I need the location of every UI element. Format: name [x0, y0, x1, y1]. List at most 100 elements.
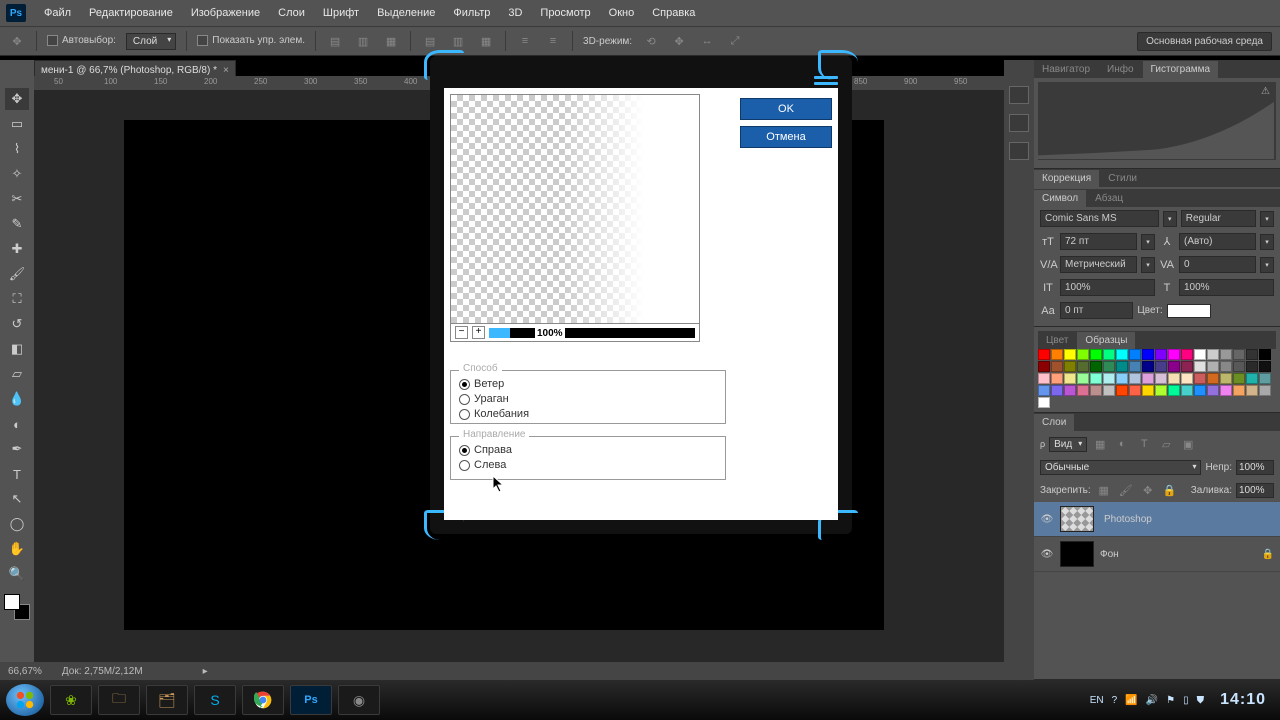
visibility-icon[interactable]: 👁 [1040, 514, 1054, 525]
layer-filter-select[interactable]: Вид [1049, 437, 1087, 452]
align-center-h-icon[interactable]: ▥ [354, 32, 372, 50]
direction-left-radio[interactable]: Слева [459, 458, 717, 473]
swatch[interactable] [1246, 361, 1258, 372]
swatch[interactable] [1181, 349, 1193, 360]
swatch[interactable] [1168, 373, 1180, 384]
swatch[interactable] [1168, 349, 1180, 360]
tab-histogram[interactable]: Гистограмма [1143, 61, 1219, 78]
workspace-switcher[interactable]: Основная рабочая среда [1137, 32, 1272, 51]
ok-button[interactable]: OK [740, 98, 832, 120]
swatch[interactable] [1207, 373, 1219, 384]
fill-input[interactable] [1236, 483, 1274, 498]
swatch[interactable] [1064, 373, 1076, 384]
zoom-slider[interactable]: 100% [489, 328, 695, 338]
swatches-grid[interactable] [1038, 349, 1276, 408]
tray-shield-icon[interactable]: ⛊ [1197, 695, 1205, 706]
swatch[interactable] [1233, 361, 1245, 372]
swatch[interactable] [1051, 373, 1063, 384]
method-stagger-radio[interactable]: Колебания [459, 407, 717, 422]
tab-color[interactable]: Цвет [1038, 332, 1076, 349]
swatch[interactable] [1259, 373, 1271, 384]
swatch[interactable] [1155, 349, 1167, 360]
swatch[interactable] [1155, 361, 1167, 372]
autoselect-checkbox[interactable]: Автовыбор: [47, 35, 116, 46]
collapsed-panel-icon[interactable] [1009, 86, 1029, 104]
tab-navigator[interactable]: Навигатор [1034, 61, 1098, 78]
swatch[interactable] [1142, 361, 1154, 372]
swatch[interactable] [1064, 349, 1076, 360]
zoom-out-button[interactable]: − [455, 326, 468, 339]
menu-type[interactable]: Шрифт [315, 7, 367, 19]
tab-paragraph[interactable]: Абзац [1087, 190, 1131, 207]
distribute-icon[interactable]: ≡ [544, 32, 562, 50]
swatch[interactable] [1129, 361, 1141, 372]
filter-type-icon[interactable]: T [1135, 435, 1153, 453]
swatch[interactable] [1168, 361, 1180, 372]
opacity-input[interactable] [1236, 460, 1274, 475]
dropdown-icon[interactable]: ▾ [1141, 234, 1155, 250]
swatch[interactable] [1103, 373, 1115, 384]
swatch[interactable] [1051, 385, 1063, 396]
filter-adjust-icon[interactable]: ◐ [1113, 435, 1131, 453]
tray-network-icon[interactable]: 📶 [1125, 695, 1137, 706]
taskbar-app-icon[interactable]: ❀ [50, 685, 92, 715]
swatch[interactable] [1207, 385, 1219, 396]
tray-battery-icon[interactable]: ▯ [1183, 695, 1189, 706]
color-swatches[interactable] [4, 594, 30, 620]
lasso-tool-icon[interactable]: ⌇ [5, 138, 29, 160]
swatch[interactable] [1207, 361, 1219, 372]
swatch[interactable] [1181, 385, 1193, 396]
filter-shape-icon[interactable]: ▱ [1157, 435, 1175, 453]
swatch[interactable] [1103, 361, 1115, 372]
autoselect-target-select[interactable]: Слой [126, 33, 176, 50]
blend-mode-select[interactable]: Обычные [1040, 460, 1201, 475]
marquee-tool-icon[interactable]: ▭ [5, 113, 29, 135]
menu-3d[interactable]: 3D [500, 7, 530, 19]
tray-volume-icon[interactable]: 🔊 [1146, 695, 1158, 706]
swatch[interactable] [1064, 361, 1076, 372]
gradient-tool-icon[interactable]: ▱ [5, 363, 29, 385]
swatch[interactable] [1116, 373, 1128, 384]
dropdown-icon[interactable]: ▾ [1260, 257, 1274, 273]
swatch[interactable] [1233, 373, 1245, 384]
taskbar-folders-icon[interactable]: 🗂 [146, 685, 188, 715]
blur-tool-icon[interactable]: 💧 [5, 388, 29, 410]
eraser-tool-icon[interactable]: ◧ [5, 338, 29, 360]
brush-tool-icon[interactable]: 🖌 [5, 263, 29, 285]
swatch[interactable] [1194, 349, 1206, 360]
swatch[interactable] [1194, 361, 1206, 372]
menu-file[interactable]: Файл [36, 7, 79, 19]
3d-pan-icon[interactable]: ✥ [670, 32, 688, 50]
align-bottom-icon[interactable]: ▦ [477, 32, 495, 50]
hscale-input[interactable]: 100% [1179, 279, 1274, 296]
dropdown-icon[interactable]: ▾ [1260, 234, 1274, 250]
menu-help[interactable]: Справка [644, 7, 703, 19]
hand-tool-icon[interactable]: ✋ [5, 538, 29, 560]
swatch[interactable] [1077, 361, 1089, 372]
filter-smart-icon[interactable]: ▣ [1179, 435, 1197, 453]
swatch[interactable] [1051, 349, 1063, 360]
swatch[interactable] [1116, 385, 1128, 396]
3d-scale-icon[interactable]: ⤢ [726, 32, 744, 50]
swatch[interactable] [1259, 385, 1271, 396]
menu-window[interactable]: Окно [601, 7, 643, 19]
tray-help-icon[interactable]: ? [1112, 695, 1118, 706]
zoom-in-button[interactable]: + [472, 326, 485, 339]
visibility-icon[interactable]: 👁 [1040, 549, 1054, 560]
swatch[interactable] [1038, 373, 1050, 384]
vscale-input[interactable]: 100% [1060, 279, 1155, 296]
swatch[interactable] [1116, 361, 1128, 372]
tracking-input[interactable]: Метрический [1060, 256, 1137, 273]
filter-pixel-icon[interactable]: ▦ [1091, 435, 1109, 453]
align-right-icon[interactable]: ▦ [382, 32, 400, 50]
swatch[interactable] [1129, 385, 1141, 396]
swatch[interactable] [1194, 373, 1206, 384]
type-tool-icon[interactable]: T [5, 463, 29, 485]
kerning-input[interactable]: 0 [1179, 256, 1256, 273]
leading-input[interactable]: (Авто) [1179, 233, 1256, 250]
menu-edit[interactable]: Редактирование [81, 7, 181, 19]
history-brush-icon[interactable]: ↺ [5, 313, 29, 335]
align-top-icon[interactable]: ▤ [421, 32, 439, 50]
move-tool-icon[interactable]: ✥ [5, 88, 29, 110]
3d-orbit-icon[interactable]: ⟲ [642, 32, 660, 50]
